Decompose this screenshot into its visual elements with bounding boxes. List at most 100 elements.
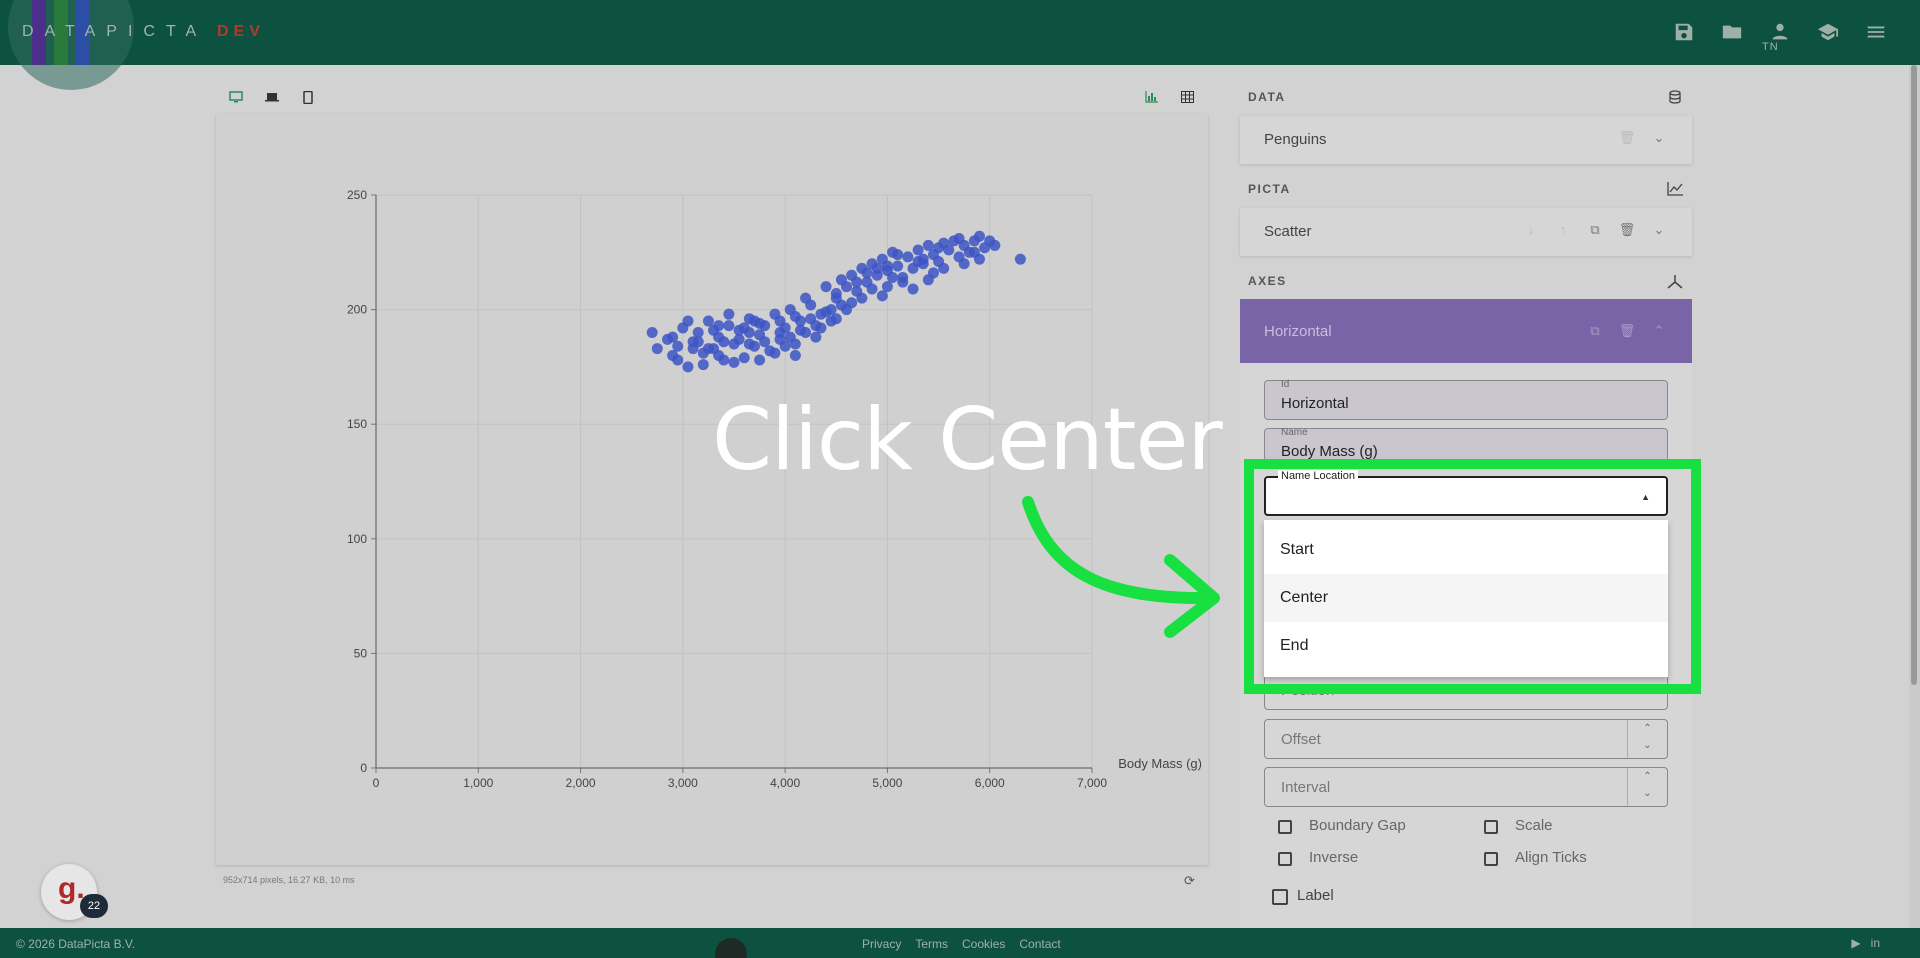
- picta-section-label: PICTA: [1248, 182, 1291, 196]
- chevron-up-icon[interactable]: ⌃: [1650, 323, 1668, 339]
- scatter-point: [953, 233, 965, 245]
- cookies-link[interactable]: Cookies: [962, 937, 1005, 951]
- scatter-point: [718, 336, 730, 348]
- arrow-down-icon[interactable]: ↓: [1522, 222, 1540, 238]
- name-field[interactable]: Name Body Mass (g): [1264, 427, 1668, 462]
- id-field[interactable]: Id Horizontal: [1264, 379, 1668, 420]
- boundary-gap-checkbox[interactable]: [1278, 820, 1292, 834]
- scatter-point: [769, 347, 781, 359]
- scatter-point: [958, 258, 970, 270]
- axes-icon[interactable]: [1665, 272, 1685, 292]
- table-icon[interactable]: [1178, 89, 1196, 105]
- line-chart-icon[interactable]: [1665, 179, 1685, 199]
- scatter-point: [902, 251, 914, 263]
- scatter-point: [672, 354, 684, 366]
- scatter-point: [667, 331, 679, 343]
- horizontal-axis-header[interactable]: Horizontal ⧉ 🗑 ⌃: [1240, 299, 1692, 363]
- picta-row[interactable]: Scatter ↓ ↑ ⧉ 🗑 ⌄: [1240, 208, 1692, 256]
- scatter-point: [892, 260, 904, 272]
- inverse-checkbox[interactable]: [1278, 852, 1292, 866]
- chevron-down-icon[interactable]: ⌄: [1650, 130, 1668, 146]
- scatter-point: [897, 276, 909, 288]
- refresh-icon[interactable]: ⟳: [1184, 873, 1195, 889]
- y-tick-label: 150: [347, 417, 367, 431]
- scatter-point: [805, 313, 817, 325]
- scatter-point: [989, 239, 1001, 251]
- scatter-point: [733, 333, 745, 345]
- scale-checkbox[interactable]: [1484, 820, 1498, 834]
- scatter-point: [892, 249, 904, 261]
- x-tick-label: 4,000: [770, 776, 800, 790]
- interval-stepper[interactable]: ⌃ ⌄: [1627, 768, 1667, 806]
- scatter-point: [738, 352, 750, 364]
- scatter-point: [851, 276, 863, 288]
- scatter-point: [789, 349, 801, 361]
- scatter-point: [646, 327, 658, 339]
- footer-logo-icon[interactable]: [715, 938, 747, 958]
- duplicate-icon[interactable]: ⧉: [1586, 222, 1604, 238]
- folder-icon[interactable]: [1718, 18, 1746, 46]
- delete-icon[interactable]: 🗑: [1618, 323, 1636, 339]
- scatter-point: [723, 308, 735, 320]
- y-tick-label: 200: [347, 303, 367, 317]
- linkedin-icon[interactable]: in: [1871, 936, 1880, 950]
- phone-icon[interactable]: [299, 89, 317, 105]
- scatter-point: [651, 343, 663, 355]
- scatter-point: [759, 336, 771, 348]
- axes-section-label: AXES: [1248, 274, 1287, 288]
- delete-icon[interactable]: 🗑: [1618, 130, 1636, 146]
- label-checkbox[interactable]: [1272, 889, 1288, 905]
- x-tick-label: 1,000: [463, 776, 493, 790]
- scatter-point: [871, 262, 883, 274]
- x-tick-label: 5,000: [872, 776, 902, 790]
- duplicate-icon[interactable]: ⧉: [1586, 323, 1604, 339]
- interval-field[interactable]: Interval ⌃ ⌄: [1264, 767, 1668, 807]
- logo-dev-tag: DEV: [217, 23, 265, 40]
- scatter-point: [789, 310, 801, 322]
- badge-count: 22: [80, 894, 108, 918]
- youtube-icon[interactable]: ▶: [1851, 936, 1860, 950]
- scatter-point: [743, 327, 755, 339]
- scatter-point: [682, 315, 694, 327]
- chart-status: 952x714 pixels, 16.27 KB, 10 ms: [223, 875, 355, 885]
- scatter-point: [754, 354, 766, 366]
- offset-stepper[interactable]: ⌃ ⌄: [1627, 720, 1667, 758]
- school-icon[interactable]: [1814, 18, 1842, 46]
- scrollbar[interactable]: [1909, 65, 1920, 928]
- scatter-point: [907, 283, 919, 295]
- pointer-arrow: [1022, 496, 1220, 638]
- highlight-box: [1244, 459, 1701, 694]
- laptop-icon[interactable]: [263, 89, 281, 105]
- contact-link[interactable]: Contact: [1019, 937, 1060, 951]
- chevron-down-icon[interactable]: ⌄: [1650, 222, 1668, 238]
- arrow-up-icon[interactable]: ↑: [1554, 222, 1572, 238]
- user-initials: TN: [1762, 41, 1779, 53]
- scatter-point: [697, 359, 709, 371]
- picta-value: Scatter: [1264, 223, 1312, 240]
- x-tick-label: 0: [373, 776, 380, 790]
- scatter-point: [968, 246, 980, 258]
- terms-link[interactable]: Terms: [915, 937, 948, 951]
- delete-icon[interactable]: 🗑: [1618, 222, 1636, 238]
- desktop-icon[interactable]: [227, 89, 245, 105]
- align-ticks-checkbox[interactable]: [1484, 852, 1498, 866]
- database-icon[interactable]: [1665, 87, 1685, 107]
- menu-icon[interactable]: [1862, 18, 1890, 46]
- privacy-link[interactable]: Privacy: [862, 937, 901, 951]
- scatter-point: [881, 260, 893, 272]
- y-tick-label: 250: [347, 188, 367, 202]
- chart-icon[interactable]: [1142, 89, 1160, 105]
- scatter-point: [754, 317, 766, 329]
- logo-text: DATAPICTA: [22, 23, 208, 40]
- scatter-point: [784, 331, 796, 343]
- scatter-point: [830, 313, 842, 325]
- boundary-gap-label: Boundary Gap: [1309, 817, 1406, 834]
- save-icon[interactable]: [1670, 18, 1698, 46]
- scatter-point: [841, 281, 853, 293]
- scatter-point: [702, 343, 714, 355]
- offset-field[interactable]: Offset ⌃ ⌄: [1264, 719, 1668, 759]
- scatter-point: [800, 292, 812, 304]
- scatter-point: [887, 272, 899, 284]
- data-row[interactable]: Penguins 🗑 ⌄: [1240, 116, 1692, 164]
- scatter-point: [728, 356, 740, 368]
